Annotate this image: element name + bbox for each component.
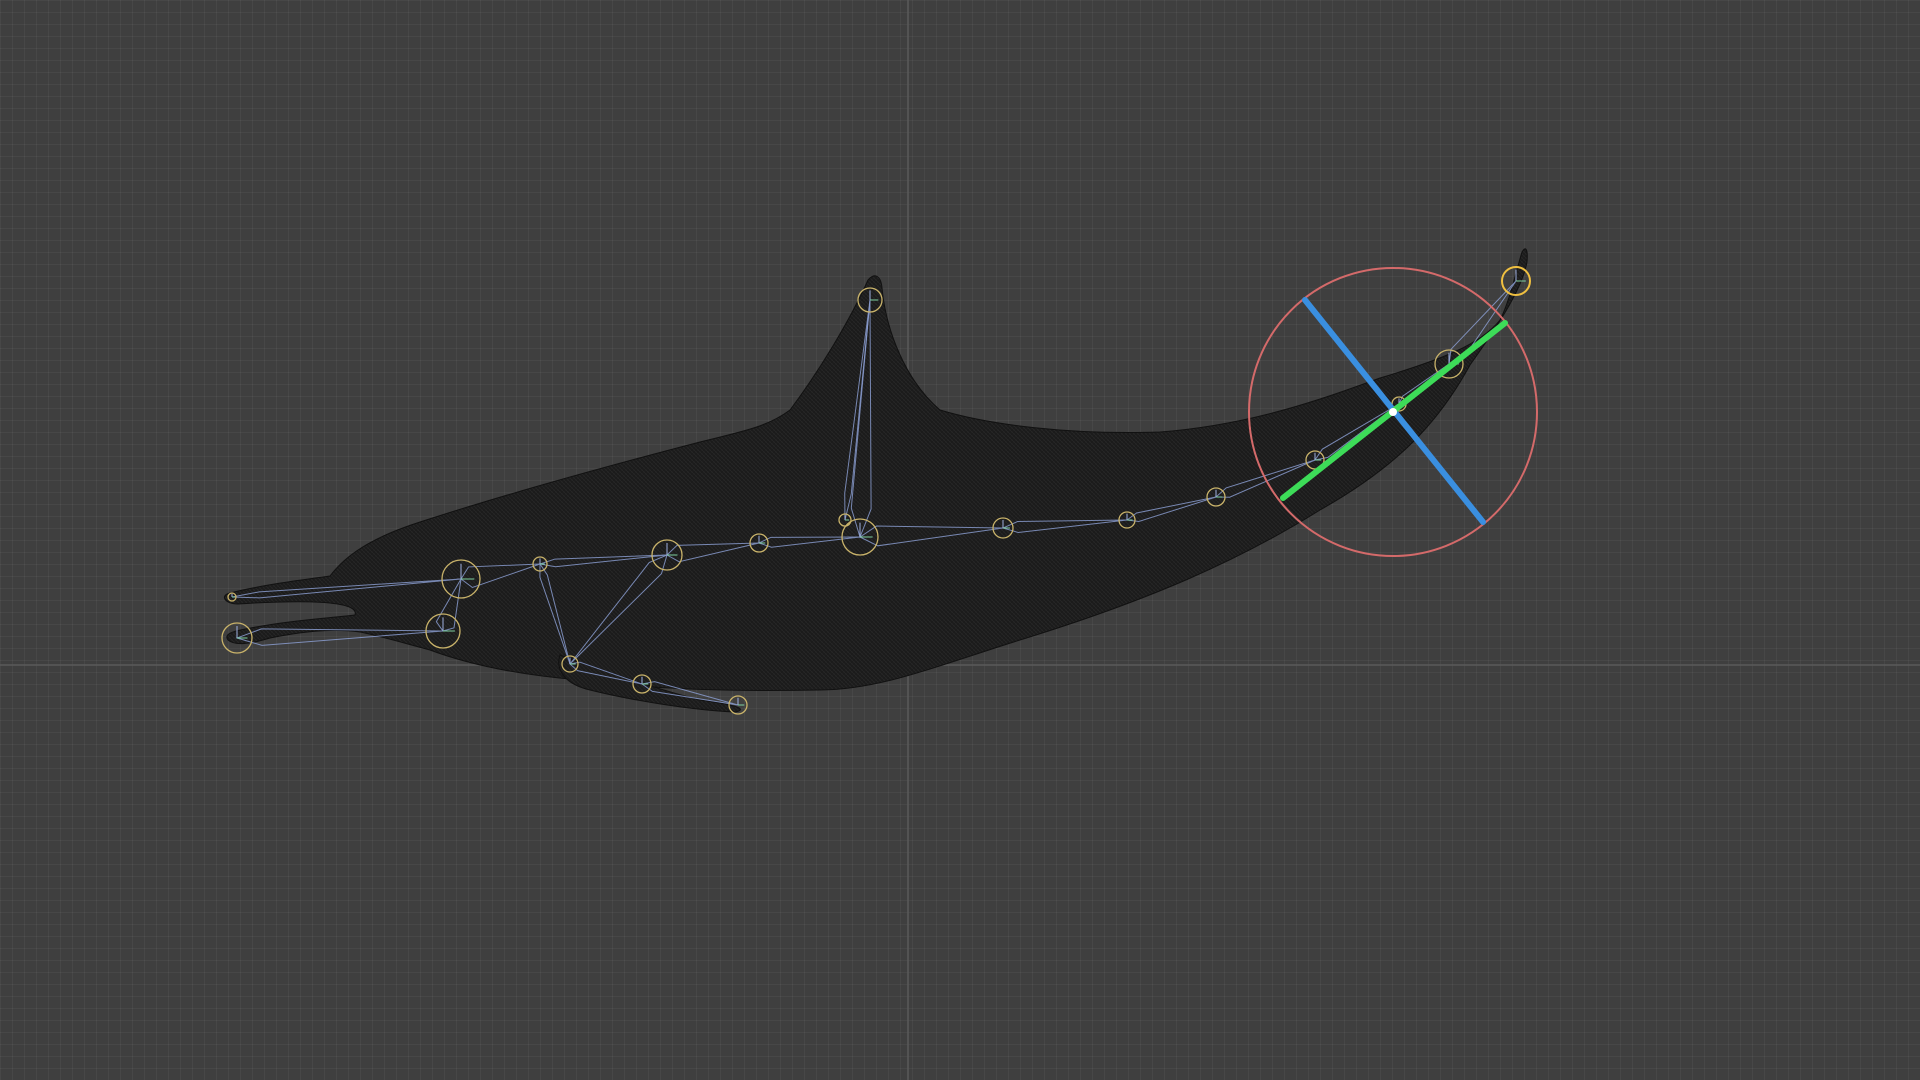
dolphin-mesh[interactable] — [223, 248, 1528, 713]
viewport-canvas[interactable] — [0, 0, 1920, 1080]
dolphin-body[interactable] — [223, 248, 1528, 692]
rotate-gizmo-center[interactable] — [1389, 408, 1397, 416]
3d-viewport[interactable] — [0, 0, 1920, 1080]
